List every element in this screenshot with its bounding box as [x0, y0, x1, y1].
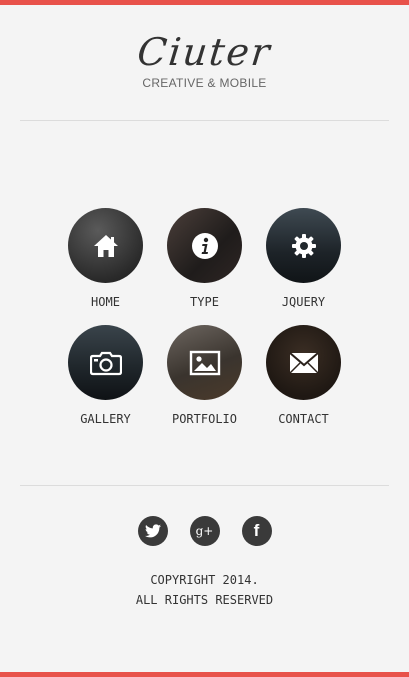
camera-icon: [89, 351, 122, 375]
copyright-line-2: ALL RIGHTS RESERVED: [135, 593, 274, 607]
menu-label-gallery[interactable]: GALLERY: [80, 412, 131, 426]
googleplus-icon: g+: [195, 524, 214, 538]
bottom-accent-bar: [0, 672, 409, 677]
facebook-button[interactable]: f: [241, 516, 272, 546]
footer-divider: [20, 485, 389, 486]
menu-thumbnail-type[interactable]: [167, 208, 242, 283]
menu-label-portfolio[interactable]: PORTFOLIO: [172, 412, 237, 426]
gear-icon: [291, 233, 316, 258]
menu-label-jquery[interactable]: JQUERY: [282, 295, 325, 309]
envelope-icon: [288, 351, 319, 374]
copyright: COPYRIGHT 2014. ALL RIGHTS RESERVED: [0, 570, 409, 610]
facebook-icon: f: [253, 521, 260, 540]
menu-thumbnail-portfolio[interactable]: [167, 325, 242, 400]
twitter-button[interactable]: [137, 516, 168, 546]
googleplus-button[interactable]: g+: [189, 516, 220, 546]
menu-row-1: HOME TYPE JQUERY: [0, 208, 409, 309]
house-icon: [93, 234, 118, 257]
menu-item-gallery[interactable]: GALLERY: [68, 325, 143, 426]
menu-row-2: GALLERY PORTFOLIO CONTACT: [0, 325, 409, 426]
main-menu: HOME TYPE JQUERY GALLERY PORTFOLIO CONTA…: [0, 208, 409, 442]
top-accent-bar: [0, 0, 409, 5]
menu-label-contact[interactable]: CONTACT: [278, 412, 329, 426]
twitter-icon: [144, 524, 161, 538]
header-divider: [20, 120, 389, 121]
menu-item-contact[interactable]: CONTACT: [266, 325, 341, 426]
menu-thumbnail-contact[interactable]: [266, 325, 341, 400]
menu-thumbnail-jquery[interactable]: [266, 208, 341, 283]
image-icon: [189, 350, 220, 375]
site-header: Ciuter CREATIVE & MOBILE: [0, 30, 409, 90]
menu-item-type[interactable]: TYPE: [167, 208, 242, 309]
info-icon: [191, 232, 218, 259]
menu-item-home[interactable]: HOME: [68, 208, 143, 309]
menu-label-home[interactable]: HOME: [91, 295, 120, 309]
menu-item-portfolio[interactable]: PORTFOLIO: [167, 325, 242, 426]
site-tagline: CREATIVE & MOBILE: [142, 76, 267, 90]
site-logo[interactable]: Ciuter: [0, 30, 409, 74]
menu-item-jquery[interactable]: JQUERY: [266, 208, 341, 309]
menu-label-type[interactable]: TYPE: [190, 295, 219, 309]
menu-thumbnail-home[interactable]: [68, 208, 143, 283]
social-links: g+ f: [0, 516, 409, 546]
copyright-line-1: COPYRIGHT 2014.: [150, 573, 259, 587]
menu-thumbnail-gallery[interactable]: [68, 325, 143, 400]
